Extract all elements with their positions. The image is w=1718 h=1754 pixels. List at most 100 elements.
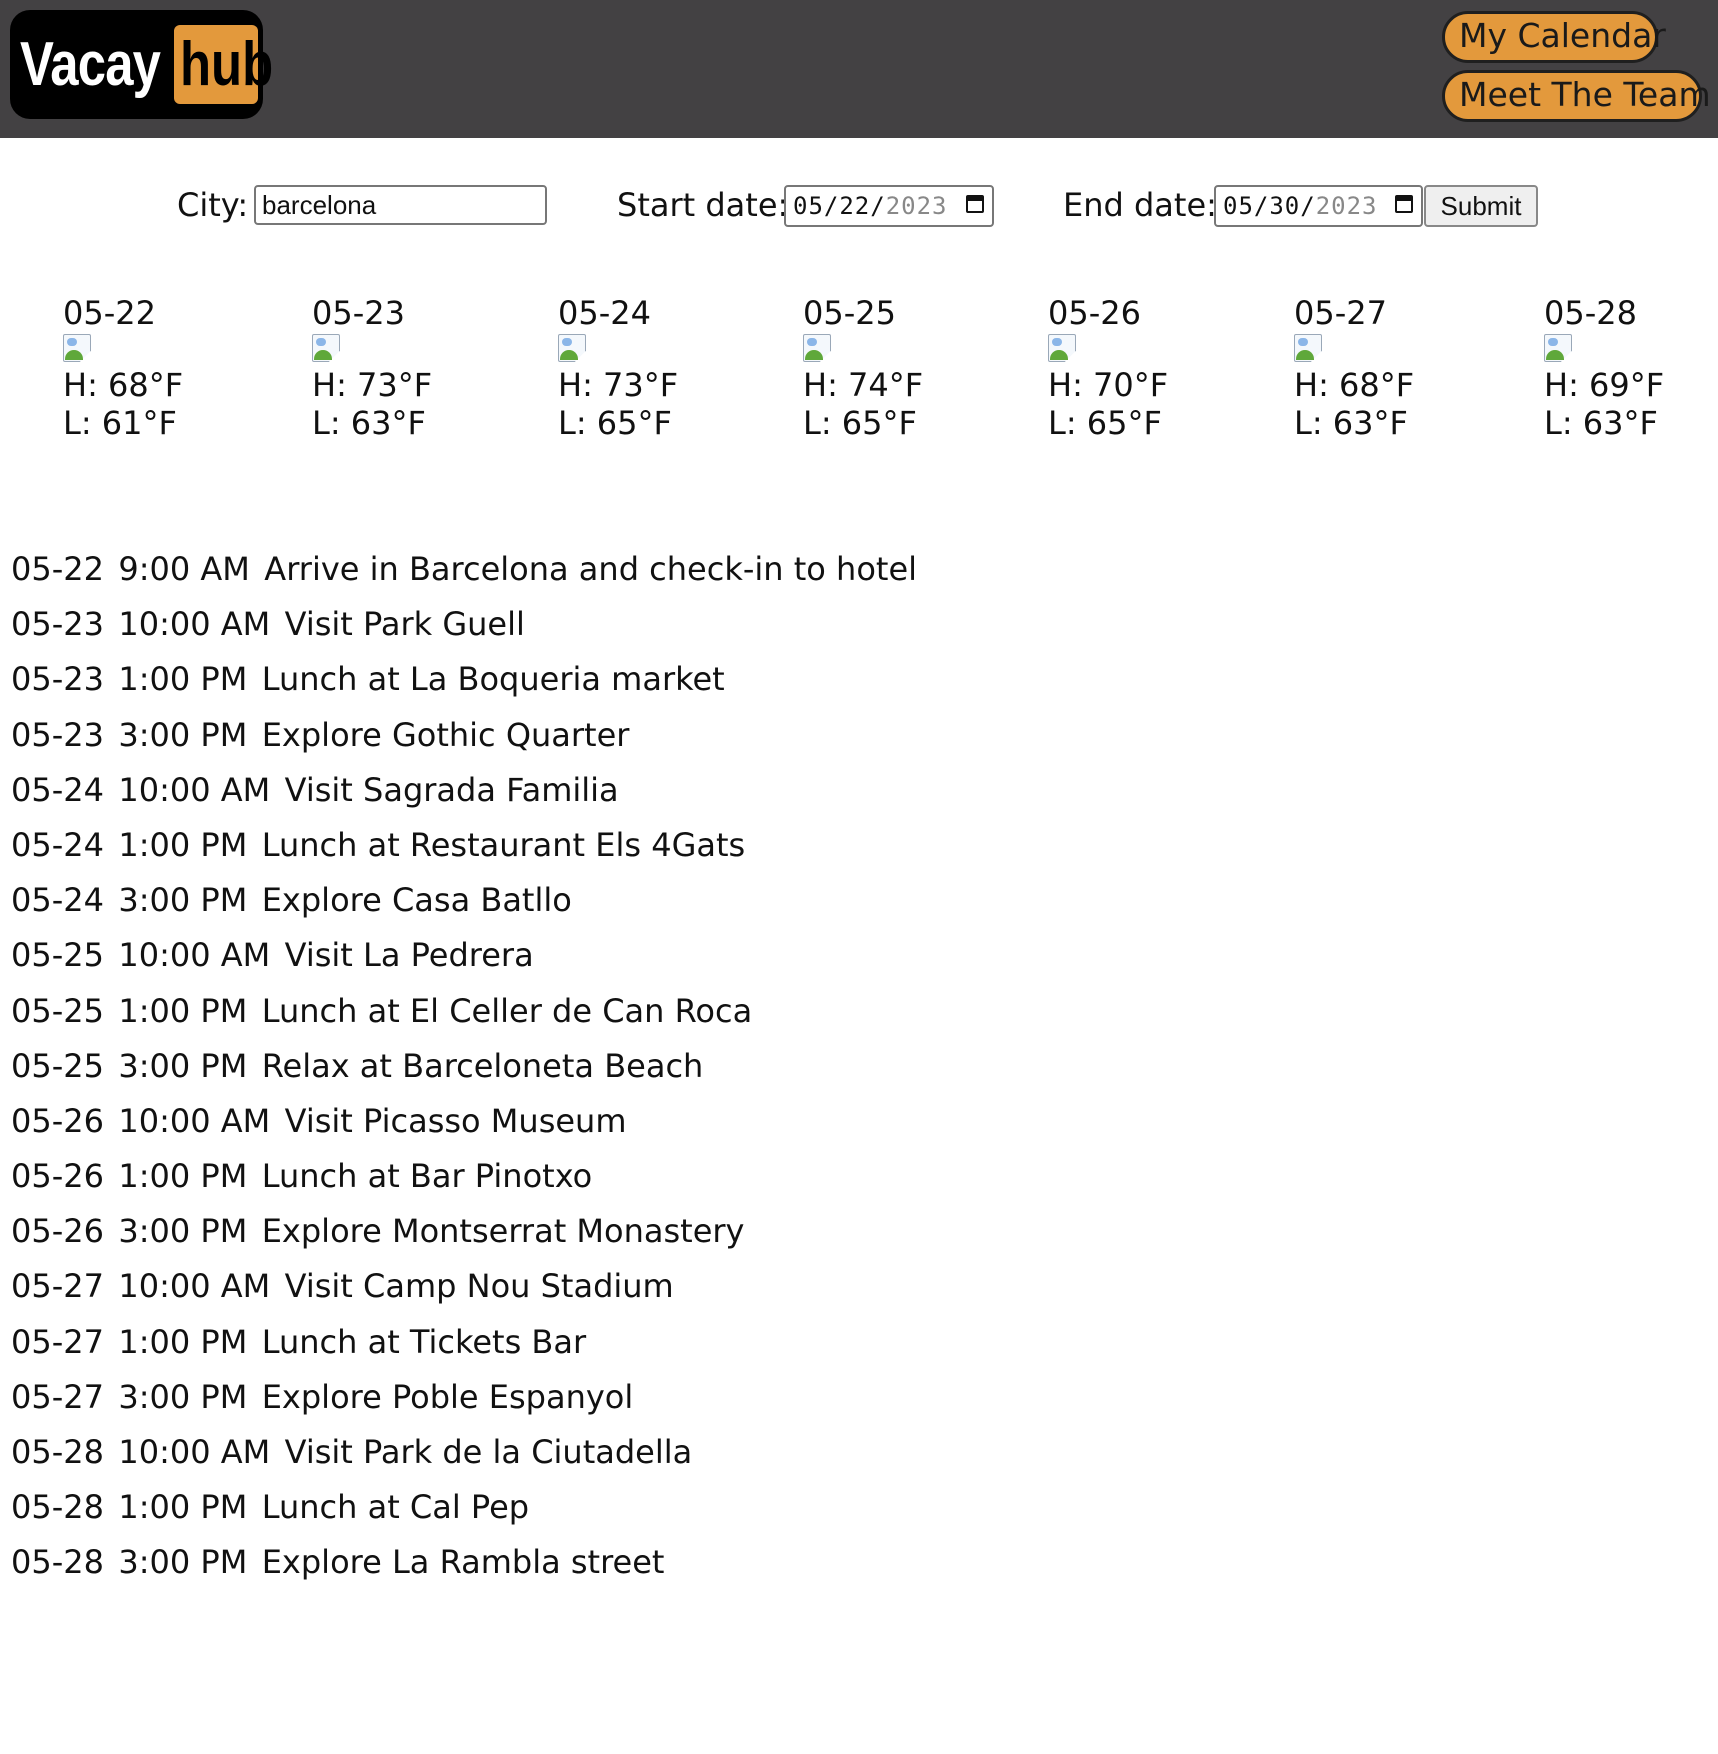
itinerary-activity: Lunch at Restaurant Els 4Gats: [261, 825, 746, 864]
forecast-day: 05-27 H: 68°F L: 63°F: [1294, 294, 1414, 442]
city-input[interactable]: barcelona: [254, 185, 547, 225]
itinerary-activity: Explore Montserrat Monastery: [261, 1212, 745, 1251]
logo-text-vacay: Vacay: [20, 30, 161, 99]
forecast-low: L: 63°F: [1294, 404, 1408, 442]
submit-button[interactable]: Submit: [1424, 185, 1538, 227]
forecast-date: 05-22: [63, 294, 156, 332]
itinerary-item: 05-28 3:00 PM Explore La Rambla street: [11, 1535, 917, 1590]
calendar-icon[interactable]: [1395, 195, 1413, 213]
forecast-low: L: 63°F: [312, 404, 426, 442]
itinerary-activity: Lunch at El Celler de Can Roca: [261, 991, 753, 1030]
forecast-low: L: 65°F: [1048, 404, 1162, 442]
itinerary-activity: Lunch at Bar Pinotxo: [261, 1157, 593, 1196]
broken-weather-image-icon: [312, 334, 344, 364]
start-date-year: 2023: [885, 192, 948, 220]
forecast-low: L: 65°F: [558, 404, 672, 442]
itinerary-item: 05-26 1:00 PM Lunch at Bar Pinotxo: [11, 1149, 917, 1204]
forecast-day: 05-23 H: 73°F L: 63°F: [312, 294, 432, 442]
itinerary-item: 05-23 3:00 PM Explore Gothic Quarter: [11, 708, 917, 763]
forecast-day: 05-22 H: 68°F L: 61°F: [63, 294, 183, 442]
city-label: City:: [177, 186, 249, 224]
itinerary-activity: Lunch at La Boqueria market: [261, 660, 725, 699]
itinerary-date: 05-24: [11, 770, 104, 809]
itinerary-activity: Visit Park de la Ciutadella: [284, 1433, 693, 1471]
itinerary-date: 05-22: [11, 550, 104, 588]
broken-weather-image-icon: [1544, 334, 1576, 364]
itinerary-date: 05-28: [11, 1488, 104, 1527]
itinerary-time: 3:00 PM: [118, 1543, 248, 1582]
broken-weather-image-icon: [803, 334, 835, 364]
itinerary-activity: Visit Sagrada Familia: [284, 770, 619, 809]
itinerary-item: 05-24 1:00 PM Lunch at Restaurant Els 4Gat…: [11, 818, 917, 873]
itinerary-date: 05-26: [11, 1157, 104, 1196]
itinerary-item: 05-23 1:00 PM Lunch at La Boqueria market: [11, 652, 917, 707]
itinerary-item: 05-22 9:00 AM Arrive in Barcelona and chec…: [11, 542, 917, 597]
itinerary-time: 10:00 AM: [118, 770, 271, 809]
itinerary-date: 05-23: [11, 660, 104, 699]
forecast-day: 05-25 H: 74°F L: 65°F: [803, 294, 923, 442]
forecast-date: 05-25: [803, 294, 896, 332]
itinerary-item: 05-28 1:00 PM Lunch at Cal Pep: [11, 1480, 917, 1535]
broken-weather-image-icon: [1048, 334, 1080, 364]
itinerary-time: 3:00 PM: [118, 715, 248, 754]
itinerary-item: 05-23 10:00 AM Visit Park Guell: [11, 597, 917, 652]
itinerary-time: 1:00 PM: [118, 660, 248, 699]
itinerary-activity: Explore Gothic Quarter: [261, 715, 630, 754]
calendar-icon[interactable]: [966, 195, 984, 213]
forecast-high: H: 73°F: [558, 366, 679, 404]
vacayhub-logo[interactable]: Vacay hub: [10, 10, 273, 119]
start-date-label: Start date:: [617, 186, 789, 224]
forecast-date: 05-23: [312, 294, 405, 332]
itinerary-activity: Explore La Rambla street: [261, 1543, 665, 1582]
meet-the-team-button[interactable]: Meet The Team: [1442, 70, 1711, 122]
forecast-date: 05-27: [1294, 294, 1387, 332]
forecast-date: 05-26: [1048, 294, 1141, 332]
itinerary-activity: Explore Casa Batllo: [261, 881, 572, 920]
end-date-year: 2023: [1315, 192, 1378, 220]
start-date-input[interactable]: 05/22/2023: [784, 185, 994, 227]
itinerary-item: 05-26 10:00 AM Visit Picasso Museum: [11, 1094, 917, 1149]
my-calendar-button[interactable]: My Calendar: [1442, 11, 1666, 63]
forecast-high: H: 69°F: [1544, 366, 1665, 404]
itinerary-activity: Visit Camp Nou Stadium: [284, 1267, 674, 1306]
itinerary-item: 05-25 3:00 PM Relax at Barceloneta Beach: [11, 1039, 917, 1094]
itinerary-time: 10:00 AM: [118, 1101, 271, 1140]
itinerary-date: 05-23: [11, 715, 104, 754]
top-header: Vacay hub My Calendar Meet The Team: [0, 0, 1718, 138]
itinerary-activity: Visit Picasso Museum: [284, 1101, 627, 1140]
itinerary-activity: Lunch at Tickets Bar: [261, 1322, 587, 1361]
itinerary-date: 05-23: [11, 605, 104, 644]
forecast-low: L: 63°F: [1544, 404, 1658, 442]
itinerary-time: 1:00 PM: [118, 825, 248, 864]
itinerary-time: 3:00 PM: [118, 1046, 248, 1085]
itinerary-date: 05-24: [11, 881, 104, 920]
itinerary-item: 05-24 10:00 AM Visit Sagrada Familia: [11, 763, 917, 818]
itinerary-time: 10:00 AM: [118, 1433, 271, 1471]
itinerary-item: 05-25 1:00 PM Lunch at El Celler de Can Ro…: [11, 984, 917, 1039]
itinerary-activity: Visit Park Guell: [284, 605, 525, 644]
itinerary-item: 05-27 1:00 PM Lunch at Tickets Bar: [11, 1315, 917, 1370]
itinerary-date: 05-28: [11, 1543, 104, 1582]
forecast-high: H: 73°F: [312, 366, 433, 404]
itinerary-activity: Visit La Pedrera: [284, 936, 534, 975]
itinerary-item: 05-26 3:00 PM Explore Montserrat Monastery: [11, 1204, 917, 1259]
broken-weather-image-icon: [63, 334, 95, 364]
itinerary-time: 1:00 PM: [118, 1157, 248, 1196]
forecast-day: 05-24 H: 73°F L: 65°F: [558, 294, 678, 442]
forecast-date: 05-28: [1544, 294, 1637, 332]
itinerary-time: 1:00 PM: [118, 991, 248, 1030]
itinerary-date: 05-25: [11, 1046, 104, 1085]
itinerary-time: 10:00 AM: [118, 936, 271, 975]
forecast-low: L: 61°F: [63, 404, 177, 442]
forecast-low: L: 65°F: [803, 404, 917, 442]
itinerary-item: 05-28 10:00 AM Visit Park de la Ciutadella: [11, 1425, 917, 1480]
itinerary-date: 05-27: [11, 1322, 104, 1361]
broken-weather-image-icon: [558, 334, 590, 364]
itinerary-time: 3:00 PM: [118, 1212, 248, 1251]
end-date-input[interactable]: 05/30/2023: [1214, 185, 1423, 227]
itinerary-date: 05-27: [11, 1377, 104, 1416]
itinerary-time: 9:00 AM: [118, 550, 250, 588]
forecast-date: 05-24: [558, 294, 651, 332]
itinerary-activity: Arrive in Barcelona and check-in to hote…: [264, 550, 918, 588]
forecast-high: H: 74°F: [803, 366, 924, 404]
